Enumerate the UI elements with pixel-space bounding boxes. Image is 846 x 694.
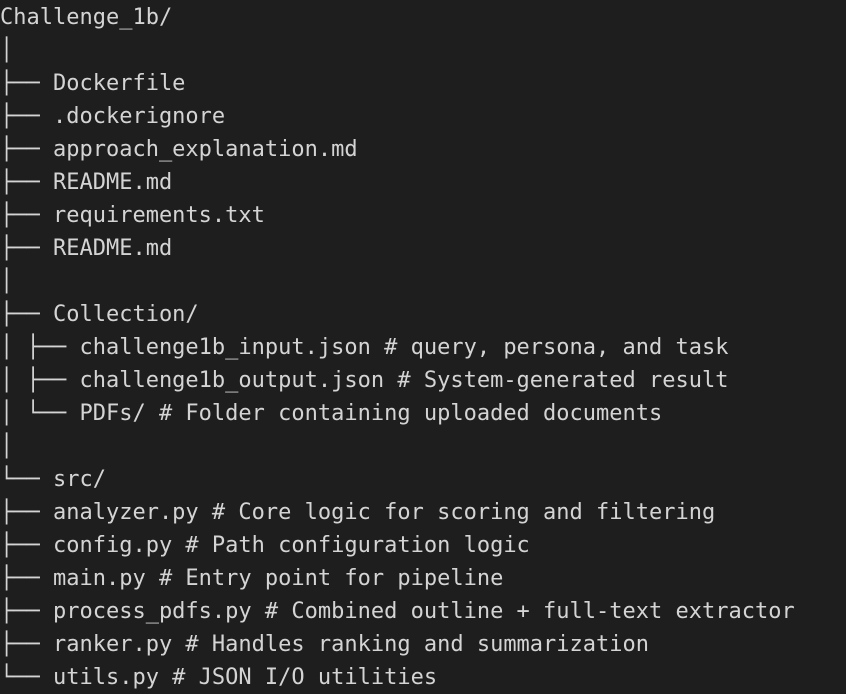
tree-line-process-pdfs: ├── process_pdfs.py # Combined outline +… <box>0 595 795 628</box>
tree-spacer-line: │ <box>0 430 795 463</box>
file-entry: ├── config.py # Path configuration logic <box>0 533 530 558</box>
directory-tree: Challenge_1b/ │ ├── Dockerfile ├── .dock… <box>0 1 795 694</box>
tree-line-ranker: ├── ranker.py # Handles ranking and summ… <box>0 628 795 661</box>
tree-line-output-json: │ ├── challenge1b_output.json # System-g… <box>0 364 795 397</box>
tree-root-line: Challenge_1b/ <box>0 1 795 34</box>
tree-connector: │ <box>0 434 14 459</box>
tree-line-input-json: │ ├── challenge1b_input.json # query, pe… <box>0 331 795 364</box>
file-entry: ├── analyzer.py # Core logic for scoring… <box>0 500 716 525</box>
terminal-window[interactable]: Challenge_1b/ │ ├── Dockerfile ├── .dock… <box>0 0 846 690</box>
file-entry: ├── README.md <box>0 170 173 195</box>
folder-entry: └── src/ <box>0 467 106 492</box>
tree-line-main: ├── main.py # Entry point for pipeline <box>0 562 795 595</box>
tree-spacer-line: │ <box>0 265 795 298</box>
file-entry: ├── .dockerignore <box>0 104 226 129</box>
tree-line-config: ├── config.py # Path configuration logic <box>0 529 795 562</box>
tree-line-pdfs: │ └── PDFs/ # Folder containing uploaded… <box>0 397 795 430</box>
folder-entry: ├── Collection/ <box>0 302 199 327</box>
tree-line-collection: ├── Collection/ <box>0 298 795 331</box>
tree-line-utils: └── utils.py # JSON I/O utilities <box>0 661 795 694</box>
tree-spacer-line: │ <box>0 34 795 67</box>
tree-line-requirements: ├── requirements.txt <box>0 199 795 232</box>
tree-line-readme: ├── README.md <box>0 166 795 199</box>
file-entry: ├── README.md <box>0 236 173 261</box>
tree-line-analyzer: ├── analyzer.py # Core logic for scoring… <box>0 496 795 529</box>
folder-entry: │ └── PDFs/ # Folder containing uploaded… <box>0 401 663 426</box>
file-entry: ├── main.py # Entry point for pipeline <box>0 566 504 591</box>
file-entry: ├── process_pdfs.py # Combined outline +… <box>0 599 795 624</box>
tree-line-dockerignore: ├── .dockerignore <box>0 100 795 133</box>
tree-line-approach: ├── approach_explanation.md <box>0 133 795 166</box>
file-entry: ├── requirements.txt <box>0 203 265 228</box>
tree-line-dockerfile: ├── Dockerfile <box>0 67 795 100</box>
file-entry: ├── ranker.py # Handles ranking and summ… <box>0 632 650 657</box>
root-folder-label: Challenge_1b/ <box>0 5 173 30</box>
file-entry: │ ├── challenge1b_output.json # System-g… <box>0 368 729 393</box>
file-entry: ├── approach_explanation.md <box>0 137 358 162</box>
file-entry: └── utils.py # JSON I/O utilities <box>0 665 438 690</box>
file-entry: │ ├── challenge1b_input.json # query, pe… <box>0 335 729 360</box>
tree-line-src: └── src/ <box>0 463 795 496</box>
tree-connector: │ <box>0 38 14 63</box>
tree-connector: │ <box>0 269 14 294</box>
file-entry: ├── Dockerfile <box>0 71 186 96</box>
tree-line-readme-2: ├── README.md <box>0 232 795 265</box>
